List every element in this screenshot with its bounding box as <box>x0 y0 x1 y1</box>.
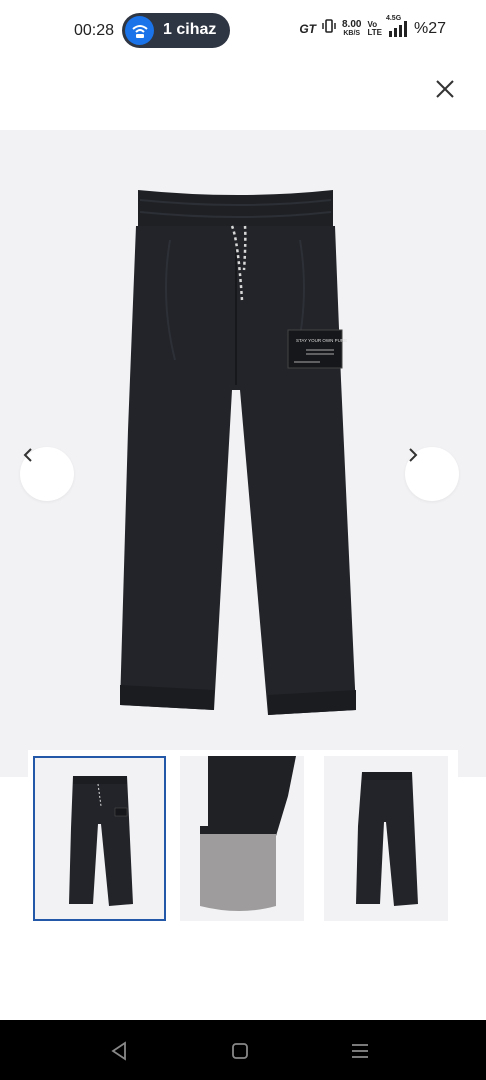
hotspot-pill[interactable]: 1 cihaz <box>122 13 230 48</box>
vibrate-icon <box>322 19 336 38</box>
back-triangle-icon <box>111 1041 126 1061</box>
recents-button[interactable] <box>348 1039 372 1063</box>
status-right-group: GT 8.00 KB/S Vo LTE 4.5G %27 <box>299 15 446 38</box>
speed-value: 8.00 <box>341 18 362 30</box>
thumbnail-front[interactable] <box>33 756 166 921</box>
close-button[interactable] <box>432 76 458 102</box>
menu-lines-icon <box>352 1044 368 1058</box>
thumbnail-cuff-image <box>200 756 296 911</box>
speed-unit: KB/S <box>343 29 361 37</box>
home-square-icon <box>232 1043 248 1059</box>
network-badge: GT <box>299 21 316 36</box>
thumbnail-back[interactable] <box>324 756 448 921</box>
battery-level: %27 <box>413 19 446 37</box>
main-product-image[interactable]: STAY YOUR OWN PURE <box>0 130 486 777</box>
next-image-button[interactable] <box>405 447 459 501</box>
thumbnail-front-image <box>69 776 133 906</box>
previous-image-button[interactable] <box>20 447 74 501</box>
wifi-hotspot-icon <box>125 16 154 45</box>
thumbnail-strip <box>28 750 458 926</box>
thumbnail-cuff-detail[interactable] <box>180 756 304 921</box>
close-icon <box>436 80 454 98</box>
chevron-right-icon <box>409 448 418 462</box>
back-button[interactable] <box>108 1039 132 1063</box>
thumbnail-back-image <box>356 772 418 906</box>
volte-bottom: LTE <box>367 27 382 37</box>
network-speed: 8.00 KB/S <box>341 18 362 38</box>
patch-text: STAY YOUR OWN PURE <box>296 338 347 343</box>
volte-badge: Vo LTE <box>367 20 382 37</box>
chevron-left-icon <box>23 448 32 462</box>
home-button[interactable] <box>228 1039 252 1063</box>
signal-icon: 4.5G <box>386 15 408 37</box>
status-time: 00:28 <box>74 22 115 39</box>
hotspot-label: 1 cihaz <box>163 21 217 38</box>
system-navigation-bar <box>0 1020 486 1080</box>
status-bar: 00:28 1 cihaz GT 8.00 KB/S Vo LTE 4.5G %… <box>0 0 486 62</box>
signal-type: 4.5G <box>385 14 402 22</box>
